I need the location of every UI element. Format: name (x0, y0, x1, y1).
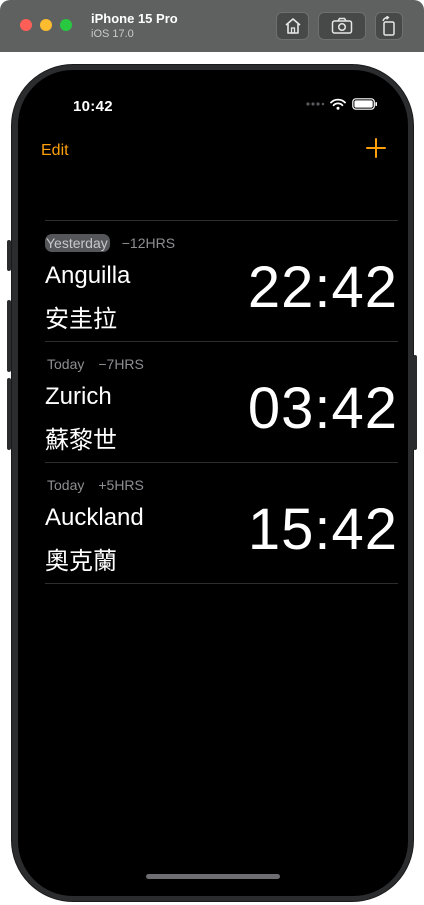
home-indicator[interactable] (146, 874, 280, 879)
city-local-name: 安圭拉 (45, 305, 117, 333)
world-clock-list: Yesterday −12HRS Anguilla 安圭拉 22:42 Toda… (45, 220, 398, 584)
day-label: Yesterday (45, 234, 110, 252)
action-button[interactable] (7, 240, 11, 271)
plus-icon (366, 138, 386, 158)
hour-offset: −12HRS (121, 235, 176, 251)
screenshot-button[interactable] (318, 12, 366, 40)
minimize-window-button[interactable] (40, 19, 52, 31)
side-power-button[interactable] (413, 355, 417, 450)
wifi-icon (330, 98, 346, 110)
list-divider (45, 583, 398, 584)
world-clock-row[interactable]: Today +5HRS Auckland 奧克蘭 15:42 (45, 463, 398, 583)
hour-offset: −7HRS (98, 356, 144, 372)
device-name: iPhone 15 Pro (91, 11, 178, 26)
city-time: 15:42 (247, 497, 398, 562)
city-name: Auckland (45, 504, 144, 531)
volume-down-button[interactable] (7, 378, 11, 450)
cellular-signal-icon (306, 102, 324, 106)
world-clock-row[interactable]: Yesterday −12HRS Anguilla 安圭拉 22:42 (45, 221, 398, 341)
home-icon (284, 18, 301, 34)
clock-meta: Yesterday −12HRS (45, 234, 175, 252)
status-bar-time: 10:42 (73, 98, 113, 115)
simulator-title-bar: iPhone 15 Pro iOS 17.0 (0, 0, 424, 52)
day-label: Today (47, 356, 85, 372)
day-label: Today (47, 477, 85, 493)
clock-meta: Today +5HRS (45, 476, 144, 494)
battery-icon (352, 98, 377, 110)
volume-up-button[interactable] (7, 300, 11, 372)
status-bar-icons (306, 98, 378, 110)
city-local-name: 蘇黎世 (45, 426, 117, 454)
add-city-button[interactable] (364, 136, 388, 160)
world-clock-row[interactable]: Today −7HRS Zurich 蘇黎世 03:42 (45, 342, 398, 462)
rotate-button[interactable] (375, 12, 403, 40)
home-button[interactable] (276, 12, 309, 40)
phone-screen: 10:42 Edit Yesterday −12HRS Anguilla 安圭拉… (18, 70, 408, 896)
zoom-window-button[interactable] (60, 19, 72, 31)
camera-icon (331, 17, 353, 34)
city-time: 03:42 (247, 376, 398, 441)
rotate-icon (382, 16, 395, 36)
city-name: Anguilla (45, 262, 131, 289)
city-time: 22:42 (247, 255, 398, 320)
clock-meta: Today −7HRS (45, 355, 144, 373)
os-version: iOS 17.0 (91, 28, 134, 40)
city-name: Zurich (45, 383, 112, 410)
close-window-button[interactable] (20, 19, 32, 31)
city-local-name: 奧克蘭 (45, 547, 117, 575)
edit-button[interactable]: Edit (41, 142, 69, 160)
hour-offset: +5HRS (98, 477, 144, 493)
simulator-window: iPhone 15 Pro iOS 17.0 10:42 Edit Yester… (0, 0, 424, 905)
